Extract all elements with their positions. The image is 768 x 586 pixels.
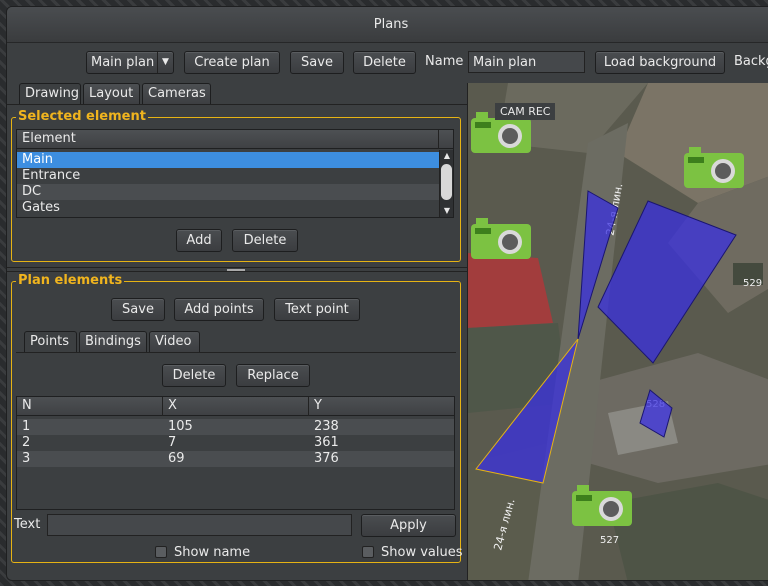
plans-window: Plans Main plan ▼ Create plan Save Delet… <box>6 6 768 581</box>
camera-icon[interactable] <box>683 147 745 189</box>
cell-n: 1 <box>22 419 31 434</box>
points-tab-divider <box>16 352 456 353</box>
tab-points[interactable]: Points <box>24 331 77 352</box>
tab-video[interactable]: Video <box>149 331 200 352</box>
delete-element-button[interactable]: Delete <box>232 229 298 252</box>
element-name: Gates <box>22 200 60 215</box>
scroll-down-icon[interactable]: ▼ <box>440 205 454 217</box>
panel-splitter[interactable] <box>7 267 467 272</box>
selected-element-title: Selected element <box>16 109 148 124</box>
replace-point-button[interactable]: Replace <box>236 364 310 387</box>
delete-plan-button[interactable]: Delete <box>353 51 416 74</box>
element-table: Element Main Entrance DC Gates ▲ ▼ <box>16 129 454 218</box>
tab-divider <box>7 104 467 105</box>
element-row-main[interactable]: Main <box>17 152 439 168</box>
element-table-scrollbar[interactable]: ▲ ▼ <box>439 150 453 217</box>
zone-polygon <box>475 338 579 484</box>
cell-n: 3 <box>22 451 31 466</box>
add-points-button[interactable]: Add points <box>174 298 264 321</box>
element-row-dc[interactable]: DC <box>17 184 439 200</box>
window-title: Plans <box>7 7 768 43</box>
show-values-checkbox[interactable] <box>362 546 374 558</box>
background-label: Backg <box>734 54 768 69</box>
plan-name-input[interactable] <box>468 51 585 73</box>
cell-y: 238 <box>314 419 339 434</box>
plan-select[interactable]: Main plan ▼ <box>86 51 174 74</box>
zone-polygon <box>639 389 673 438</box>
scroll-thumb[interactable] <box>441 164 452 200</box>
element-name: Main <box>22 152 54 167</box>
name-label: Name <box>425 54 464 69</box>
text-point-button[interactable]: Text point <box>274 298 360 321</box>
points-table-header: N X Y <box>17 397 454 416</box>
zone-polygon <box>597 200 737 364</box>
point-text-input[interactable] <box>47 514 352 536</box>
splitter-handle[interactable] <box>227 269 245 271</box>
cell-n: 2 <box>22 435 31 450</box>
add-element-button[interactable]: Add <box>176 229 222 252</box>
column-header-y[interactable]: Y <box>309 397 454 416</box>
table-row[interactable]: 2 7 361 <box>17 435 454 451</box>
element-table-header: Element <box>17 130 453 149</box>
cell-x: 105 <box>168 419 193 434</box>
element-column-header[interactable]: Element <box>17 130 439 149</box>
element-row-entrance[interactable]: Entrance <box>17 168 439 184</box>
scroll-up-icon[interactable]: ▲ <box>440 150 454 162</box>
plan-select-value: Main plan <box>91 55 155 70</box>
save-plan-button[interactable]: Save <box>290 51 344 74</box>
tab-layout[interactable]: Layout <box>83 83 140 104</box>
camera-icon[interactable] <box>470 218 532 260</box>
show-values-label: Show values <box>381 545 463 560</box>
cell-y: 361 <box>314 435 339 450</box>
table-row[interactable]: 1 105 238 <box>17 419 454 435</box>
tab-cameras[interactable]: Cameras <box>142 83 211 104</box>
show-name-checkbox[interactable] <box>155 546 167 558</box>
show-name-label: Show name <box>174 545 251 560</box>
cell-x: 7 <box>168 435 177 450</box>
element-name: Entrance <box>22 168 81 183</box>
element-name: DC <box>22 184 42 199</box>
create-plan-button[interactable]: Create plan <box>184 51 280 74</box>
cam-rec-label: CAM REC <box>495 103 556 120</box>
tab-drawing[interactable]: Drawing <box>19 83 81 104</box>
column-header-n[interactable]: N <box>17 397 163 416</box>
cell-y: 376 <box>314 451 339 466</box>
plan-map-canvas[interactable]: 24-я лин. 24-я лин. 529 527 528 CAM REC <box>467 83 768 580</box>
tab-bindings[interactable]: Bindings <box>79 331 147 352</box>
save-points-button[interactable]: Save <box>111 298 165 321</box>
chevron-down-icon: ▼ <box>157 52 173 73</box>
apply-button[interactable]: Apply <box>361 514 456 537</box>
camera-icon[interactable] <box>571 485 633 527</box>
element-row-gates[interactable]: Gates <box>17 200 439 216</box>
column-header-x[interactable]: X <box>163 397 309 416</box>
points-table: N X Y 1 105 238 2 7 361 3 69 376 <box>16 396 455 510</box>
text-label: Text <box>14 517 41 532</box>
plan-elements-title: Plan elements <box>16 273 125 288</box>
delete-point-button[interactable]: Delete <box>162 364 226 387</box>
cell-x: 69 <box>168 451 185 466</box>
table-row[interactable]: 3 69 376 <box>17 451 454 467</box>
load-background-button[interactable]: Load background <box>595 51 725 74</box>
